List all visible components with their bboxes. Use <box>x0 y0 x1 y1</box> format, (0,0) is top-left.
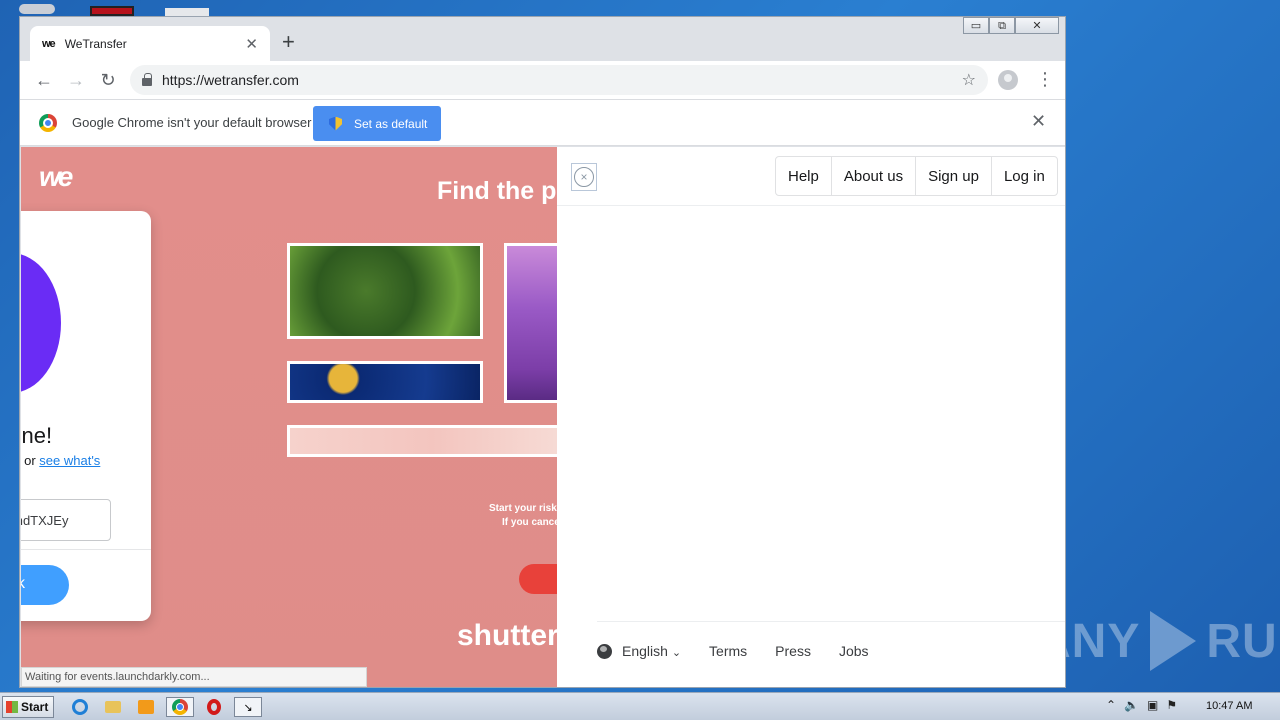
card-subtitle-prefix: link or <box>21 453 36 468</box>
media-player-taskbar-icon[interactable] <box>132 697 160 717</box>
promo-text-line1: Start your risk <box>489 503 557 514</box>
illustration-circle <box>21 253 61 393</box>
menu-kebab-icon[interactable]: ⋮ <box>1036 69 1054 90</box>
address-bar[interactable]: https://wetransfer.com ☆ <box>130 65 988 95</box>
system-tray: ⌃ 🔈 ▣ ⚑ <box>1106 698 1177 712</box>
page-content: we Find the p Start your risk If you can… <box>21 147 1065 687</box>
minimize-button[interactable]: ▭ <box>963 17 989 34</box>
tab-strip: we WeTransfer ✕ + ▭ ⧉ ✕ <box>20 17 1065 61</box>
restore-button[interactable]: ⧉ <box>989 17 1015 34</box>
promo-headline: Find the p <box>437 177 557 205</box>
window-controls: ▭ ⧉ ✕ <box>963 17 1059 35</box>
ie-taskbar-icon[interactable] <box>66 697 94 717</box>
nav-help[interactable]: Help <box>776 157 831 195</box>
wetransfer-logo[interactable]: we <box>39 161 73 193</box>
panel-divider <box>557 205 1065 206</box>
side-panel: × Help About us Sign up Log in English ⌄… <box>557 147 1065 687</box>
language-label: English <box>622 643 668 659</box>
transfer-link-field[interactable]: l6mdTXJEy <box>21 499 111 541</box>
promo-image-fabric <box>287 425 577 457</box>
panel-divider <box>597 621 1065 622</box>
chrome-logo-icon <box>39 114 57 132</box>
shutterstock-logo: shutter <box>457 619 559 652</box>
back-icon[interactable]: ← <box>28 70 60 91</box>
reload-icon[interactable]: ↻ <box>92 70 124 91</box>
start-label: Start <box>21 700 49 714</box>
explorer-taskbar-icon[interactable] <box>99 697 127 717</box>
desktop-icon[interactable] <box>90 6 134 16</box>
profile-avatar-icon[interactable] <box>998 70 1018 90</box>
footer-link-jobs[interactable]: Jobs <box>839 643 869 659</box>
play-icon <box>1150 611 1197 671</box>
promo-image-forest <box>287 243 483 339</box>
card-subtitle: link or see what's <box>21 453 100 468</box>
tab-close-icon[interactable]: ✕ <box>245 35 258 53</box>
browser-toolbar: ← → ↻ https://wetransfer.com ☆ ⋮ <box>20 61 1065 99</box>
chrome-taskbar-icon[interactable] <box>166 697 194 717</box>
bookmark-star-icon[interactable]: ☆ <box>962 70 976 90</box>
new-tab-button[interactable]: + <box>282 29 295 55</box>
card-divider <box>21 549 151 550</box>
forward-icon[interactable]: → <box>60 70 92 91</box>
taskbar: Start ↘ ⌃ 🔈 ▣ ⚑ 10:47 AM <box>0 692 1280 720</box>
footer-link-press[interactable]: Press <box>775 643 811 659</box>
set-default-button[interactable]: Set as default <box>313 106 441 141</box>
copy-link-button[interactable]: link <box>21 565 69 605</box>
status-bubble: Waiting for events.launchdarkly.com... <box>21 667 367 687</box>
tray-arrow-icon[interactable]: ⌃ <box>1106 698 1116 712</box>
start-button[interactable]: Start <box>2 696 54 718</box>
nav-about-us[interactable]: About us <box>830 157 915 195</box>
promo-image-water <box>287 361 483 403</box>
window-close-button[interactable]: ✕ <box>1015 17 1059 34</box>
panel-footer: English ⌄ Terms Press Jobs <box>597 643 897 659</box>
chevron-down-icon: ⌄ <box>671 647 682 659</box>
action-center-flag-icon[interactable]: ⚑ <box>1166 698 1177 712</box>
app-taskbar-icon[interactable]: ↘ <box>234 697 262 717</box>
wetransfer-background: we Find the p Start your risk If you can… <box>21 147 579 687</box>
uac-shield-icon <box>329 116 342 131</box>
transfer-done-card: done! link or see what's e l6mdTXJEy lin… <box>21 211 151 621</box>
language-selector[interactable]: English ⌄ <box>622 643 681 659</box>
infobar-message: Google Chrome isn't your default browser <box>72 115 312 130</box>
lock-icon[interactable] <box>142 73 152 86</box>
infobar-close-icon[interactable]: ✕ <box>1031 111 1046 132</box>
panel-nav: Help About us Sign up Log in <box>775 156 1058 196</box>
card-title: done! <box>21 423 53 448</box>
wetransfer-favicon-icon: we <box>42 37 56 50</box>
nav-log-in[interactable]: Log in <box>990 157 1057 195</box>
desktop-icon[interactable] <box>165 8 209 16</box>
set-default-label: Set as default <box>354 116 428 131</box>
anyrun-watermark: ANY RUN <box>1036 606 1280 676</box>
promo-text-line2: If you cance <box>502 517 560 528</box>
close-circle-icon: × <box>574 167 594 187</box>
promo-image-sky <box>504 243 564 403</box>
windows-flag-icon <box>6 701 18 713</box>
watermark-right: RUN <box>1206 614 1280 668</box>
browser-window: we WeTransfer ✕ + ▭ ⧉ ✕ ← → ↻ https://we… <box>19 16 1066 688</box>
panel-close-button[interactable]: × <box>571 163 597 191</box>
nav-sign-up[interactable]: Sign up <box>915 157 991 195</box>
footer-link-terms[interactable]: Terms <box>709 643 747 659</box>
see-whats-link[interactable]: see what's <box>39 453 100 468</box>
default-browser-infobar: Google Chrome isn't your default browser… <box>20 99 1065 146</box>
opera-taskbar-icon[interactable] <box>200 697 228 717</box>
globe-icon <box>597 643 612 659</box>
tab-title: WeTransfer <box>64 36 127 51</box>
clock[interactable]: 10:47 AM <box>1206 700 1252 712</box>
promo-small-text: Start your risk If you cance <box>487 502 560 530</box>
volume-icon[interactable]: 🔈 <box>1124 698 1139 712</box>
network-icon[interactable]: ▣ <box>1147 698 1158 712</box>
desktop-icon[interactable] <box>19 4 55 14</box>
tab-wetransfer[interactable]: we WeTransfer ✕ <box>30 26 270 61</box>
url-text[interactable]: https://wetransfer.com <box>162 72 962 88</box>
